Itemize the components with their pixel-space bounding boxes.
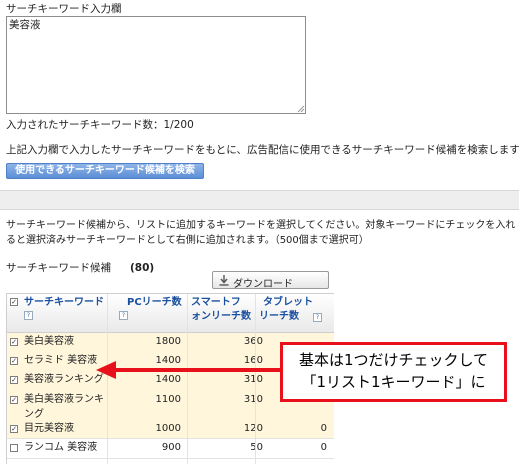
row-tablet-reach: 0 — [320, 423, 327, 434]
row-pc-reach: 1400 — [155, 374, 181, 385]
keyword-input-label: サーチキーワード入力欄 — [6, 3, 122, 15]
candidates-description-line2: ると選択済みサーチキーワードとして右側に追加されます。（500個まで選択可） — [6, 235, 369, 246]
keyword-textarea-value: 美容液 — [9, 19, 41, 31]
row-pc-reach: 1400 — [155, 355, 181, 366]
column-divider — [107, 294, 108, 464]
candidates-title: サーチキーワード候補 — [6, 262, 111, 274]
row-checkbox[interactable] — [10, 444, 18, 452]
keyword-count-text: 入力されたサーチキーワード数：1/200 — [6, 119, 194, 131]
help-icon[interactable]: ? — [24, 311, 33, 320]
row-smartphone-reach: 310 — [243, 374, 263, 385]
header-smartphone-reach[interactable]: スマートフ — [191, 298, 241, 308]
download-icon — [219, 275, 229, 286]
help-icon[interactable]: ? — [313, 313, 322, 322]
annotation-callout: 基本は1つだけチェックして 「1リスト1キーワード」に — [280, 342, 507, 402]
download-csv-button[interactable]: ダウンロード（CSV） — [212, 271, 329, 305]
row-checkbox[interactable]: ✓ — [10, 357, 18, 365]
header-keyword[interactable]: サーチキーワード — [24, 298, 104, 308]
row-smartphone-reach: 120 — [243, 423, 263, 434]
row-checkbox[interactable]: ✓ — [10, 376, 18, 384]
candidates-description-line1: サーチキーワード候補から、リストに追加するキーワードを選択してください。対象キー… — [6, 220, 516, 231]
row-smartphone-reach: 50 — [250, 442, 263, 453]
header-tablet-reach-line2: リーチ数 — [259, 311, 299, 322]
table-header: ✓ サーチキーワード ? PCリーチ数 ? スマートフ ォンリーチ数 タブレット… — [7, 294, 334, 333]
row-smartphone-reach: 160 — [243, 355, 263, 366]
header-smartphone-reach-line2: ォンリーチ数 — [191, 311, 251, 322]
table-row[interactable]: ランコム 美容液 900 50 0 — [7, 438, 334, 459]
row-pc-reach: 1800 — [155, 336, 181, 347]
header-tablet-reach[interactable]: タブレット — [263, 298, 313, 308]
annotation-text-line2: 「1リスト1キーワード」に — [301, 373, 486, 391]
row-keyword: 美白美容液 — [24, 336, 74, 347]
row-pc-reach: 1100 — [155, 394, 181, 405]
row-keyword: 美白美容液ランキ ング — [24, 394, 104, 420]
row-pc-reach: 1000 — [155, 423, 181, 434]
header-pc-reach[interactable]: PCリーチ数 — [127, 298, 182, 308]
resize-handle-icon[interactable] — [297, 105, 305, 113]
select-all-checkbox[interactable]: ✓ — [10, 298, 18, 306]
help-icon[interactable]: ? — [119, 311, 128, 320]
search-candidates-button[interactable]: 使用できるサーチキーワード候補を検索 — [6, 163, 204, 179]
keyword-textarea[interactable] — [6, 16, 306, 114]
column-divider — [255, 294, 256, 464]
row-checkbox[interactable]: ✓ — [10, 396, 18, 404]
search-description: 上記入力欄で入力したサーチキーワードをもとに、広告配信に使用できるサーチキーワー… — [6, 144, 519, 156]
column-divider — [187, 294, 188, 464]
row-tablet-reach: 0 — [320, 442, 327, 453]
row-smartphone-reach: 360 — [243, 336, 263, 347]
row-checkbox[interactable]: ✓ — [10, 425, 18, 433]
row-smartphone-reach: 310 — [243, 394, 263, 405]
section-divider — [0, 190, 519, 210]
table-row[interactable]: ✓ 目元美容液 1000 120 0 — [7, 419, 334, 439]
row-keyword: ランコム 美容液 — [24, 442, 98, 453]
annotation-text-line1: 基本は1つだけチェックして — [298, 351, 489, 369]
row-keyword: 目元美容液 — [24, 423, 74, 434]
row-keyword: 美容液ランキング — [24, 374, 104, 385]
candidates-count: (80) — [130, 262, 155, 274]
row-pc-reach: 900 — [161, 442, 181, 453]
row-keyword: セラミド 美容液 — [24, 355, 98, 366]
row-checkbox[interactable]: ✓ — [10, 338, 18, 346]
